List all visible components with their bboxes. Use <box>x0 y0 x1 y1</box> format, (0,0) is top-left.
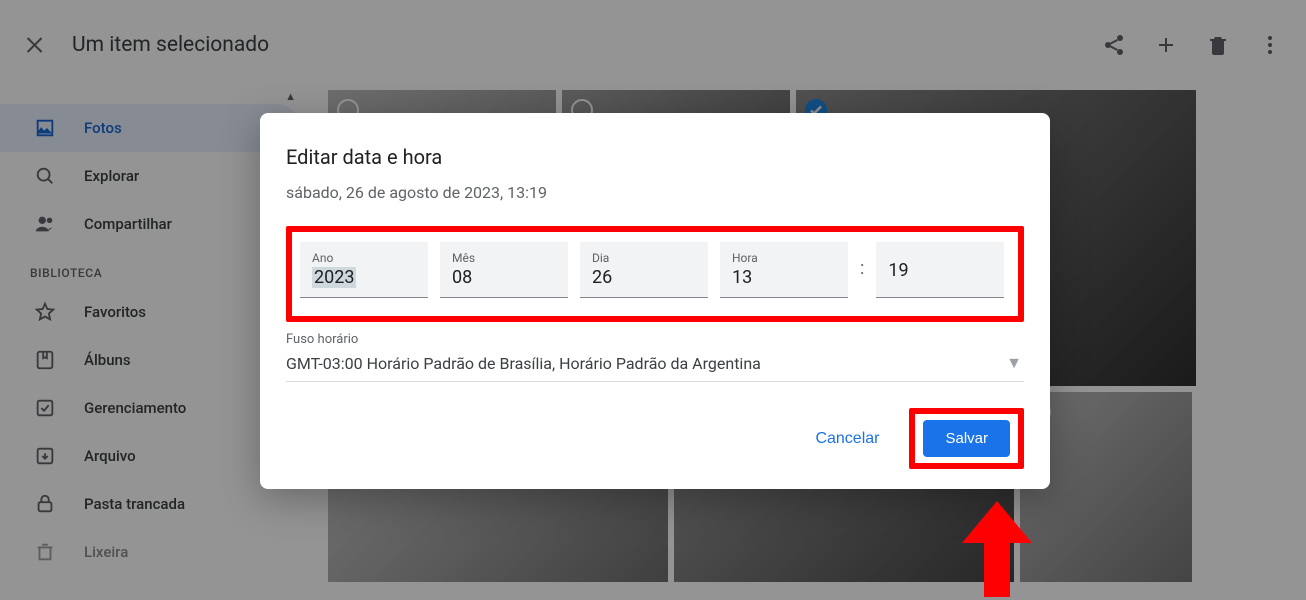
hour-field[interactable]: Hora 13 <box>720 242 848 298</box>
chevron-down-icon: ▼ <box>1006 353 1022 373</box>
minute-field[interactable]: 19 <box>876 242 1004 298</box>
save-button[interactable]: Salvar <box>923 420 1010 457</box>
dialog-subtitle: sábado, 26 de agosto de 2023, 13:19 <box>286 183 1024 202</box>
year-value: 2023 <box>312 267 356 288</box>
day-value: 26 <box>592 267 696 288</box>
day-field[interactable]: Dia 26 <box>580 242 708 298</box>
minute-value: 19 <box>888 260 992 281</box>
timezone-label: Fuso horário <box>286 332 1024 347</box>
month-field[interactable]: Mês 08 <box>440 242 568 298</box>
edit-datetime-dialog: Editar data e hora sábado, 26 de agosto … <box>260 113 1050 489</box>
hour-value: 13 <box>732 267 836 288</box>
month-label: Mês <box>452 251 556 265</box>
dialog-title: Editar data e hora <box>286 145 1024 169</box>
datetime-fields-highlight: Ano 2023 Mês 08 Dia 26 Hora 13 : 19 <box>286 226 1024 322</box>
timezone-select[interactable]: GMT-03:00 Horário Padrão de Brasília, Ho… <box>286 347 1024 382</box>
year-label: Ano <box>312 251 416 265</box>
month-value: 08 <box>452 267 556 288</box>
save-button-highlight: Salvar <box>909 408 1024 469</box>
year-field[interactable]: Ano 2023 <box>300 242 428 298</box>
cancel-button[interactable]: Cancelar <box>803 422 891 456</box>
hour-label: Hora <box>732 251 836 265</box>
time-colon: : <box>860 258 864 283</box>
annotation-arrow-icon <box>952 501 1042 597</box>
timezone-value: GMT-03:00 Horário Padrão de Brasília, Ho… <box>286 354 761 373</box>
day-label: Dia <box>592 251 696 265</box>
